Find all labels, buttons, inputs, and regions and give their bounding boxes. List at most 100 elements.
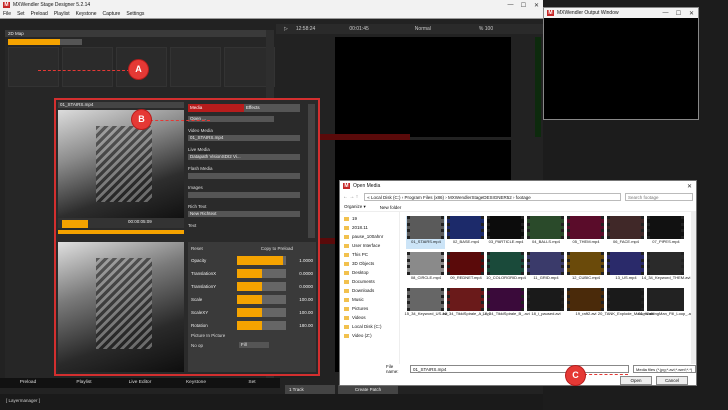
file-item[interactable]: 06_FACE.mp4	[606, 216, 645, 249]
file-item[interactable]: 16_34_TikkiSpirale_A_.avi	[442, 288, 490, 321]
slider-track[interactable]	[237, 255, 286, 265]
slider-value[interactable]: 100.00	[286, 310, 313, 315]
layer-output-image	[58, 242, 184, 372]
back-arrow-icon[interactable]: ← → ↑	[343, 194, 358, 200]
menu-capture[interactable]: Capture	[100, 11, 124, 17]
nav-item[interactable]: Video (Z:)	[344, 331, 395, 340]
file-item[interactable]: 21_WalkingMan_Fill_Loop_.avi	[638, 288, 694, 321]
file-item[interactable]: 08_CIRCLE.mp4	[406, 252, 445, 285]
nav-item[interactable]: Pictures	[344, 304, 395, 313]
live-media-select[interactable]: Datapath VisionSDI2 Vi...	[188, 154, 300, 160]
filename-input[interactable]: 01_STAIRS.mp4	[410, 365, 630, 373]
tab-effects[interactable]: Effects	[244, 104, 300, 112]
nav-item[interactable]: This PC	[344, 250, 395, 259]
playback-mode[interactable]: Normal	[415, 26, 431, 32]
reset-button[interactable]: Reset	[191, 246, 203, 251]
nav-item[interactable]: User Interface	[344, 241, 395, 250]
slider-value[interactable]: 0.0000	[286, 284, 313, 289]
menu-set[interactable]: Set	[14, 11, 28, 17]
dialog-open-button[interactable]: Open	[620, 376, 652, 385]
output-close-button[interactable]: ✕	[685, 10, 698, 17]
file-item[interactable]: 14_34_Keyword_THEM.avi	[642, 252, 690, 285]
nav-item[interactable]: pause_100ahnr	[344, 232, 395, 241]
file-item[interactable]: 02_BASE.mp4	[446, 216, 485, 249]
map-cell[interactable]	[8, 47, 59, 87]
nav-item[interactable]: Desktop	[344, 268, 395, 277]
file-item[interactable]: 10_COLORGRID.mp4	[486, 252, 526, 285]
file-item[interactable]: 12_CUBIC.mp4	[566, 252, 605, 285]
nav-item[interactable]: 19	[344, 214, 395, 223]
slider-value[interactable]: 0.0000	[286, 271, 313, 276]
speed-percent[interactable]: % 100	[479, 26, 493, 32]
media-scrollbar[interactable]	[308, 104, 315, 238]
fill-mode-select[interactable]: Fill	[239, 342, 269, 348]
nav-item[interactable]: Downloads	[344, 286, 395, 295]
file-item[interactable]: 11_GRID.mp4	[526, 252, 565, 285]
file-item[interactable]: 05_THEM.mp4	[566, 216, 605, 249]
new-folder-button[interactable]: New folder	[380, 205, 402, 210]
tab-media[interactable]: Media	[188, 104, 244, 112]
menu-playlist[interactable]: Playlist	[51, 11, 73, 17]
slider-track[interactable]	[237, 294, 286, 304]
video-thumbnail-icon	[567, 288, 605, 311]
minimize-button[interactable]: —	[504, 2, 517, 9]
flash-media-select[interactable]	[188, 173, 300, 179]
slider-value[interactable]: 180.00	[286, 323, 313, 328]
address-bar[interactable]: « Local Disk (C:) › Program Files (x86) …	[364, 193, 621, 201]
maximize-button[interactable]: ☐	[517, 2, 530, 9]
nav-item[interactable]: Music	[344, 295, 395, 304]
slider-track[interactable]	[237, 307, 286, 317]
dialog-logo-icon: M	[343, 183, 350, 189]
file-item[interactable]: 01_STAIRS.mp4	[406, 216, 446, 249]
tab-playlist[interactable]: Playlist	[56, 378, 112, 388]
nav-item[interactable]: Documents	[344, 277, 395, 286]
file-item[interactable]: 18_i_paused.avi	[526, 288, 565, 321]
map-cell[interactable]	[62, 47, 113, 87]
file-item[interactable]: 04_BALLS.mp4	[526, 216, 565, 249]
slider-track[interactable]	[237, 320, 286, 330]
slider-track[interactable]	[237, 268, 286, 278]
file-item[interactable]: 07_PIPES.mp4	[646, 216, 685, 249]
file-type-select[interactable]: Media files (*.jpg;*.avi;*.wmf;*.*)	[633, 365, 696, 373]
nav-item[interactable]: 2018.11	[344, 223, 395, 232]
tab-live-editor[interactable]: Live Editor	[112, 378, 168, 388]
images-select[interactable]	[188, 192, 300, 198]
file-item[interactable]: 03_PARTICLE.mp4	[486, 216, 525, 249]
play-icon[interactable]: ▷	[284, 26, 288, 32]
file-item[interactable]: 09_REDNET.mp4	[446, 252, 485, 285]
organize-button[interactable]: Organize ▾	[344, 204, 366, 210]
dialog-cancel-button[interactable]: Cancel	[656, 376, 688, 385]
map-cell[interactable]	[170, 47, 221, 87]
close-button[interactable]: ✕	[530, 2, 543, 9]
open-media-dialog: M Open Media ✕ ← → ↑ « Local Disk (C:) ›…	[339, 180, 697, 386]
open-media-button[interactable]: Open ...	[188, 116, 274, 122]
clip-timeline[interactable]: 00:00:05:09	[58, 218, 184, 228]
file-item[interactable]: 17_34_TikkiSpirale_B_.avi	[482, 288, 530, 321]
tab-set[interactable]: Set	[224, 378, 280, 388]
dialog-close-button[interactable]: ✕	[683, 183, 696, 190]
tab-keystone[interactable]: Keystone	[168, 378, 224, 388]
main-titlebar: M MXWendler Stage Designer 5.2.14 — ☐ ✕	[0, 0, 543, 10]
menu-file[interactable]: File	[0, 11, 14, 17]
search-input[interactable]: Search footage	[625, 193, 693, 201]
menu-keystone[interactable]: Keystone	[73, 11, 100, 17]
file-item[interactable]: 15_34_Keyword_US.avi	[405, 288, 447, 321]
rich-text-select[interactable]: New Richtext	[188, 211, 300, 217]
video-media-select[interactable]: 01_STAIRS.mp4	[188, 135, 300, 141]
file-item[interactable]: 13_US.mp4	[606, 252, 645, 285]
file-scrollbar[interactable]	[691, 212, 696, 364]
copy-to-preload-button[interactable]: Copy to Preload	[261, 246, 293, 251]
output-minimize-button[interactable]: —	[659, 10, 672, 17]
menu-preload[interactable]: Preload	[28, 11, 51, 17]
nav-item[interactable]: Local Disk (C:)	[344, 322, 395, 331]
slider-track[interactable]	[237, 281, 286, 291]
nav-item[interactable]: Videos	[344, 313, 395, 322]
menu-settings[interactable]: Settings	[123, 11, 147, 17]
slider-value[interactable]: 1.0000	[286, 258, 313, 263]
nav-item[interactable]: 3D Objects	[344, 259, 395, 268]
callout-c-line	[584, 374, 628, 375]
slider-value[interactable]: 100.00	[286, 297, 313, 302]
tab-preload[interactable]: Preload	[0, 378, 56, 388]
folder-icon	[344, 261, 349, 266]
output-maximize-button[interactable]: ☐	[672, 10, 685, 17]
